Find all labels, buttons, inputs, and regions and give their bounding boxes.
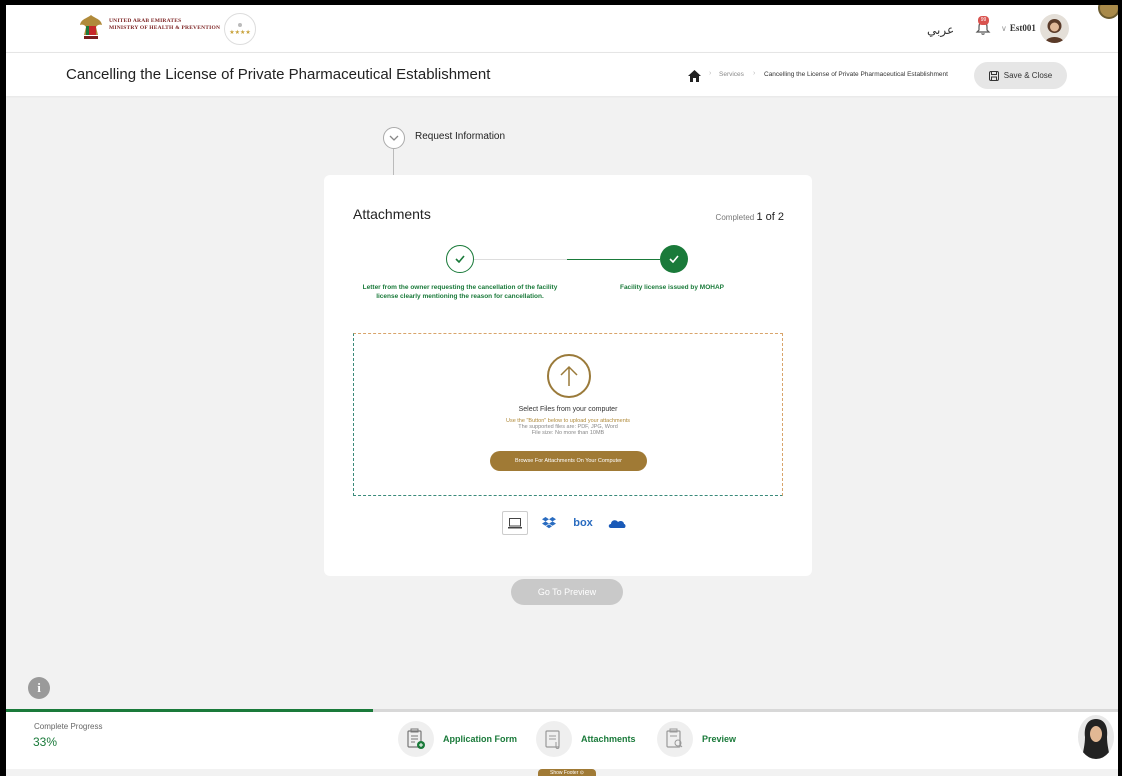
stars-rating-logo: ★★★★: [224, 13, 256, 45]
step-connector: [393, 149, 394, 175]
dropbox-icon[interactable]: [536, 511, 562, 535]
svg-text:★★★★: ★★★★: [229, 29, 251, 36]
doc2-label: Facility license issued by MOHAP: [619, 284, 725, 291]
save-close-button[interactable]: Save & Close: [974, 62, 1067, 89]
form-icon: [398, 721, 434, 757]
virtual-assistant-avatar[interactable]: [1078, 715, 1114, 759]
box-icon[interactable]: box: [570, 511, 596, 535]
chevron-right-icon: ›: [709, 70, 712, 77]
username: Est001: [1009, 23, 1036, 33]
attachments-card: Attachments Completed 1 of 2 Letter from…: [324, 175, 812, 576]
chevron-down-icon: ∨: [1001, 24, 1007, 33]
footer-step-application-form[interactable]: Application Form: [398, 721, 517, 757]
user-menu[interactable]: ∨ Est001: [1001, 23, 1036, 33]
progress-bar-fill: [6, 709, 373, 712]
top-bar: UNITED ARAB EMIRATES MINISTRY OF HEALTH …: [6, 5, 1118, 52]
attachment-icon: [536, 721, 572, 757]
save-close-label: Save & Close: [1003, 71, 1053, 80]
show-footer-tab[interactable]: Show Footer ⊙: [538, 769, 596, 776]
step-request-info-label[interactable]: Request Information: [415, 131, 505, 142]
chevron-right-icon: ›: [753, 70, 756, 77]
computer-icon[interactable]: [502, 511, 528, 535]
footer-step-attachments[interactable]: Attachments: [536, 721, 636, 757]
language-toggle[interactable]: عربي: [927, 23, 954, 37]
doc-progress-line: [474, 259, 567, 260]
upload-sources: box: [502, 511, 630, 535]
ministry-logo-text: UNITED ARAB EMIRATES MINISTRY OF HEALTH …: [109, 18, 221, 31]
app-frame: UNITED ARAB EMIRATES MINISTRY OF HEALTH …: [6, 5, 1118, 776]
progress-bar: [6, 709, 1118, 712]
browse-attachments-button[interactable]: Browse For Attachments On Your Computer: [490, 451, 647, 471]
dropzone-size-limit: File size: No more than 10MB: [531, 430, 605, 436]
completed-counter: Completed 1 of 2: [715, 211, 784, 223]
onedrive-icon[interactable]: [604, 511, 630, 535]
breadcrumb-services[interactable]: Services: [719, 71, 744, 78]
save-icon: [988, 70, 999, 81]
title-bar: Cancelling the License of Private Pharma…: [6, 52, 1118, 96]
info-icon[interactable]: i: [28, 677, 50, 699]
avatar[interactable]: [1040, 14, 1069, 43]
doc-progress-line-done: [567, 259, 660, 260]
doc1-label: Letter from the owner requesting the can…: [362, 284, 558, 300]
progress-value: 33%: [33, 735, 58, 749]
home-icon[interactable]: [688, 69, 701, 82]
breadcrumb-current: Cancelling the License of Private Pharma…: [764, 71, 948, 78]
dropzone-heading: Select Files from your computer: [518, 406, 618, 413]
go-to-preview-button[interactable]: Go To Preview: [511, 579, 623, 605]
file-dropzone[interactable]: Select Files from your computer Use the …: [353, 333, 783, 496]
progress-label: Complete Progress: [34, 722, 103, 731]
progress-footer: Complete Progress 33% Application Form A…: [6, 709, 1118, 769]
footer-step-preview[interactable]: Preview: [657, 721, 736, 757]
step-request-info-icon[interactable]: [383, 127, 405, 149]
doc2-check-icon[interactable]: [660, 245, 688, 273]
notification-badge: 99: [978, 16, 989, 25]
card-title: Attachments: [353, 206, 431, 222]
preview-icon: [657, 721, 693, 757]
footer-step-label: Preview: [702, 734, 737, 744]
accessibility-badge[interactable]: [1098, 5, 1118, 19]
doc1-check-icon[interactable]: [446, 245, 474, 273]
upload-arrow-icon[interactable]: [547, 354, 591, 398]
page-title: Cancelling the License of Private Pharma…: [66, 66, 491, 83]
footer-step-label: Application Form: [443, 734, 517, 744]
footer-step-label: Attachments: [581, 734, 636, 744]
uae-emblem-icon: [78, 13, 104, 41]
